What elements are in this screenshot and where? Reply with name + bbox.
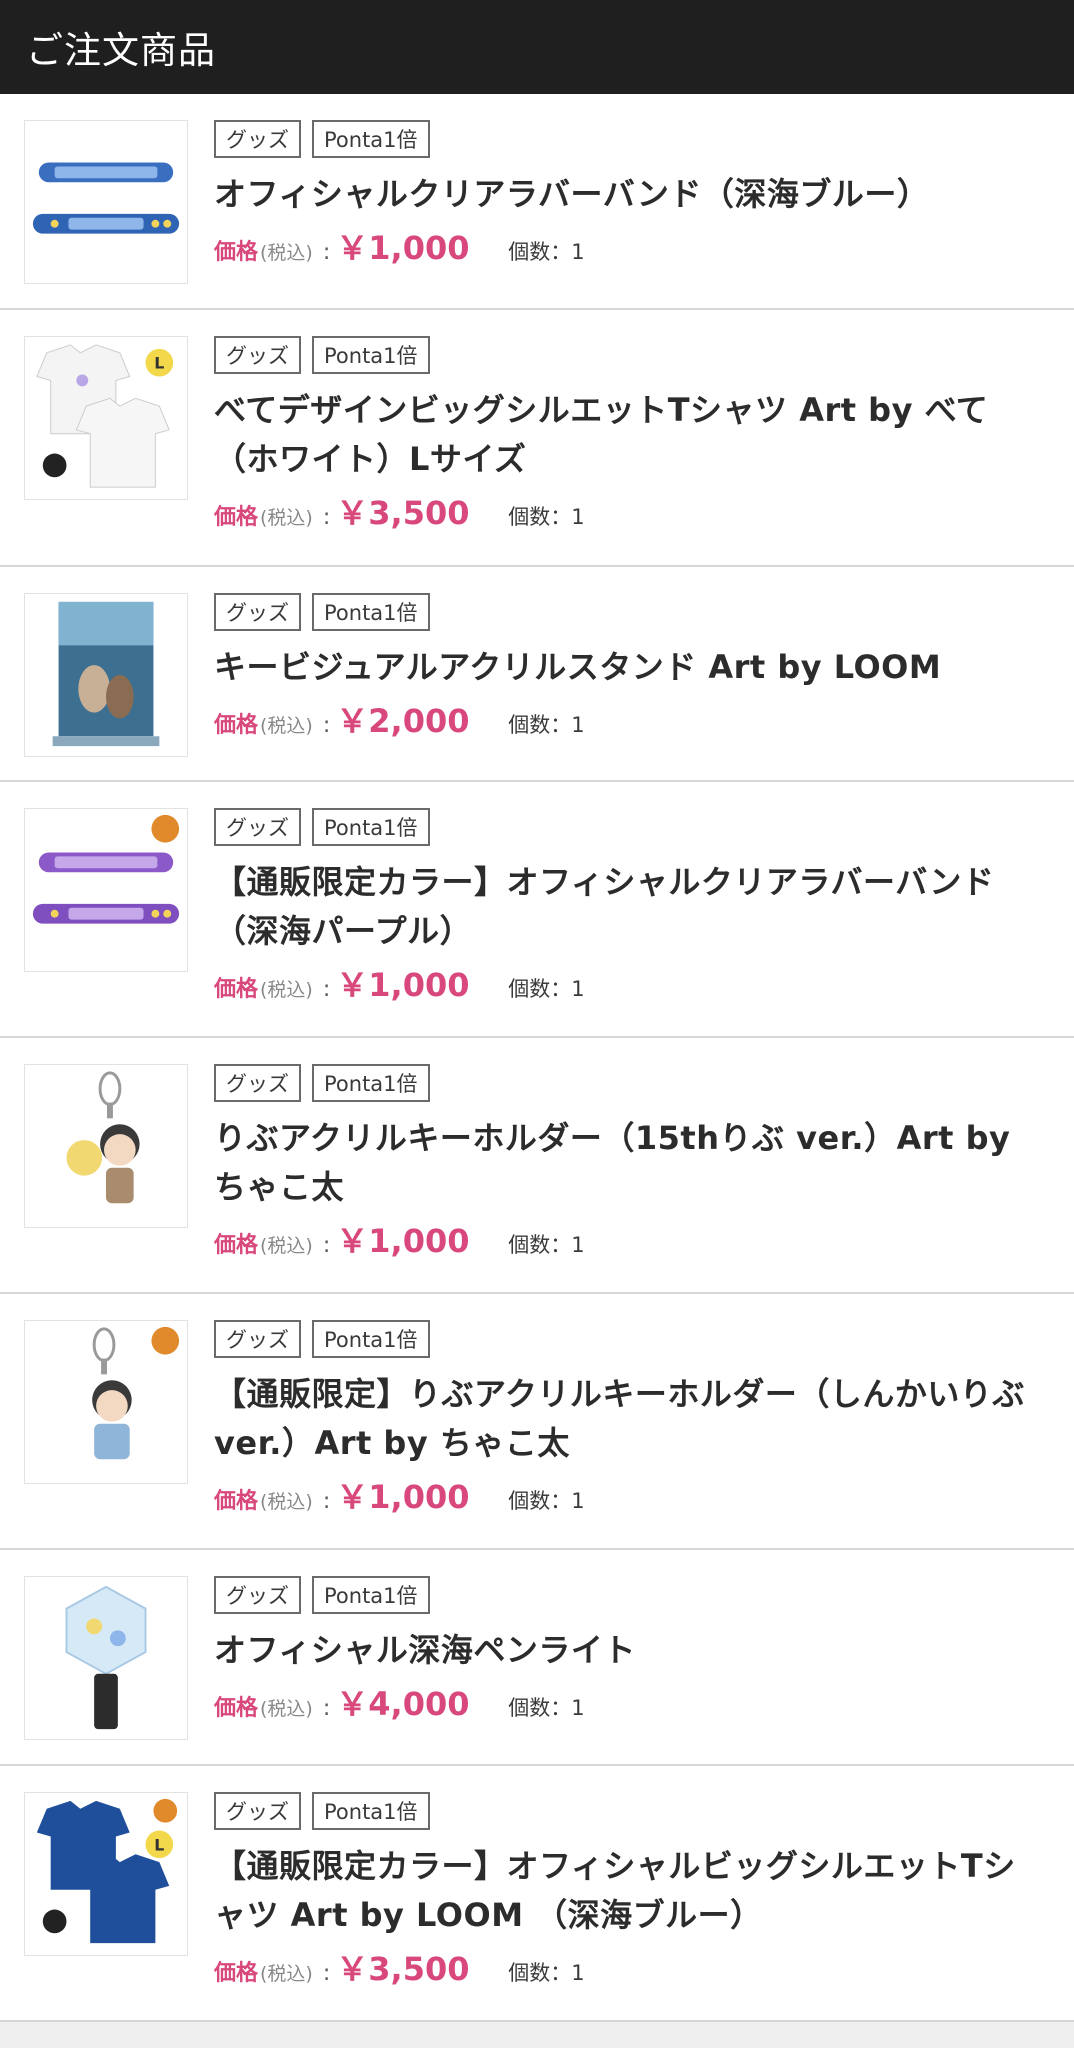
quantity-label: 個数：1 [508, 1233, 585, 1257]
category-tag: グッズ [214, 120, 301, 158]
price-label: 価格 [214, 977, 259, 1002]
points-tag: Ponta1倍 [312, 336, 430, 374]
quantity-label: 個数：1 [508, 1696, 585, 1720]
quantity-label: 個数：1 [508, 1489, 585, 1513]
price-colon: : [322, 713, 331, 738]
category-tag: グッズ [214, 1792, 301, 1830]
quantity-label: 個数：1 [508, 713, 585, 737]
tax-note: (税込) [260, 1235, 313, 1257]
price-colon: : [322, 505, 331, 530]
product-thumbnail[interactable] [24, 120, 188, 284]
price-label: 価格 [214, 240, 259, 265]
order-item[interactable]: グッズ Ponta1倍 オフィシャルクリアラバーバンド（深海ブルー） 価格 (税… [0, 94, 1074, 310]
order-item[interactable]: グッズ Ponta1倍 【通販限定】りぶアクリルキーホルダー（しんかいりぶ ve… [0, 1294, 1074, 1550]
price-value: ￥3,500 [336, 494, 470, 532]
points-tag: Ponta1倍 [312, 593, 430, 631]
price-label: 価格 [214, 1233, 259, 1258]
price-colon: : [322, 1489, 331, 1514]
price-label: 価格 [214, 1696, 259, 1721]
tax-note: (税込) [260, 507, 313, 529]
product-thumbnail[interactable] [24, 1576, 188, 1740]
product-name[interactable]: キービジュアルアクリルスタンド Art by LOOM [214, 643, 1048, 692]
price-label: 価格 [214, 505, 259, 530]
category-tag: グッズ [214, 593, 301, 631]
size-badge: L [154, 354, 164, 373]
tax-note: (税込) [260, 242, 313, 264]
points-tag: Ponta1倍 [312, 1320, 430, 1358]
keyholder-icon [92, 1326, 180, 1460]
quantity-label: 個数：1 [508, 1961, 585, 1985]
tax-note: (税込) [260, 1963, 313, 1985]
order-item[interactable]: グッズ Ponta1倍 りぶアクリルキーホルダー（15thりぶ ver.）Art… [0, 1038, 1074, 1294]
product-thumbnail[interactable]: L [24, 1792, 188, 1956]
order-item[interactable]: グッズ Ponta1倍 オフィシャル深海ペンライト 価格 (税込) : ￥4,0… [0, 1550, 1074, 1766]
product-thumbnail[interactable]: L [24, 336, 188, 500]
quantity-label: 個数：1 [508, 977, 585, 1001]
points-tag: Ponta1倍 [312, 808, 430, 846]
product-thumbnail[interactable] [24, 1320, 188, 1484]
points-tag: Ponta1倍 [312, 1576, 430, 1614]
price-colon: : [322, 240, 331, 265]
page-header: ご注文商品 [0, 0, 1074, 94]
category-tag: グッズ [214, 1576, 301, 1614]
tax-note: (税込) [260, 1491, 313, 1513]
product-name[interactable]: 【通販限定カラー】オフィシャルクリアラバーバンド（深海パープル） [214, 858, 1048, 956]
size-badge: L [154, 1835, 164, 1854]
price-colon: : [322, 977, 331, 1002]
price-value: ￥4,000 [336, 1685, 470, 1723]
acrylic-stand-icon [52, 601, 160, 747]
price-value: ￥1,000 [336, 229, 470, 267]
keyholder-icon [66, 1071, 140, 1204]
price-value: ￥2,000 [336, 702, 470, 740]
page-title: ご注文商品 [26, 29, 216, 72]
price-label: 価格 [214, 713, 259, 738]
price-colon: : [322, 1696, 331, 1721]
tshirt-icon: L [36, 1798, 178, 1944]
quantity-label: 個数：1 [508, 505, 585, 529]
rubber-band-icon [32, 162, 180, 234]
category-tag: グッズ [214, 1064, 301, 1102]
price-value: ￥3,500 [336, 1950, 470, 1988]
tshirt-icon: L [36, 344, 174, 488]
price-colon: : [322, 1233, 331, 1258]
points-tag: Ponta1倍 [312, 120, 430, 158]
category-tag: グッズ [214, 336, 301, 374]
penlight-icon [65, 1585, 147, 1730]
product-thumbnail[interactable] [24, 808, 188, 972]
product-name[interactable]: オフィシャルクリアラバーバンド（深海ブルー） [214, 170, 1048, 219]
product-name[interactable]: べてデザインビッグシルエットTシャツ Art by べて（ホワイト）Lサイズ [214, 386, 1048, 484]
price-label: 価格 [214, 1489, 259, 1514]
tax-note: (税込) [260, 979, 313, 1001]
product-name[interactable]: 【通販限定】りぶアクリルキーホルダー（しんかいりぶ ver.）Art by ちゃ… [214, 1370, 1048, 1468]
rubber-band-icon [32, 814, 180, 924]
tax-note: (税込) [260, 1698, 313, 1720]
points-tag: Ponta1倍 [312, 1792, 430, 1830]
price-value: ￥1,000 [336, 966, 470, 1004]
order-item[interactable]: L グッズ Ponta1倍 べてデザインビッグシルエットTシャツ Art by … [0, 310, 1074, 567]
order-item[interactable]: グッズ Ponta1倍 キービジュアルアクリルスタンド Art by LOOM … [0, 567, 1074, 782]
product-thumbnail[interactable] [24, 1064, 188, 1228]
price-colon: : [322, 1961, 331, 1986]
product-thumbnail[interactable] [24, 593, 188, 757]
product-name[interactable]: りぶアクリルキーホルダー（15thりぶ ver.）Art by ちゃこ太 [214, 1114, 1048, 1212]
price-value: ￥1,000 [336, 1478, 470, 1516]
product-name[interactable]: オフィシャル深海ペンライト [214, 1626, 1048, 1675]
category-tag: グッズ [214, 808, 301, 846]
product-name[interactable]: 【通販限定カラー】オフィシャルビッグシルエットTシャツ Art by LOOM … [214, 1842, 1048, 1940]
price-value: ￥1,000 [336, 1222, 470, 1260]
quantity-label: 個数：1 [508, 240, 585, 264]
order-item-list: グッズ Ponta1倍 オフィシャルクリアラバーバンド（深海ブルー） 価格 (税… [0, 94, 1074, 2022]
order-item[interactable]: L グッズ Ponta1倍 【通販限定カラー】オフィシャルビッグシルエットTシャ… [0, 1766, 1074, 2022]
category-tag: グッズ [214, 1320, 301, 1358]
order-item[interactable]: グッズ Ponta1倍 【通販限定カラー】オフィシャルクリアラバーバンド（深海パ… [0, 782, 1074, 1038]
tax-note: (税込) [260, 715, 313, 737]
points-tag: Ponta1倍 [312, 1064, 430, 1102]
price-label: 価格 [214, 1961, 259, 1986]
